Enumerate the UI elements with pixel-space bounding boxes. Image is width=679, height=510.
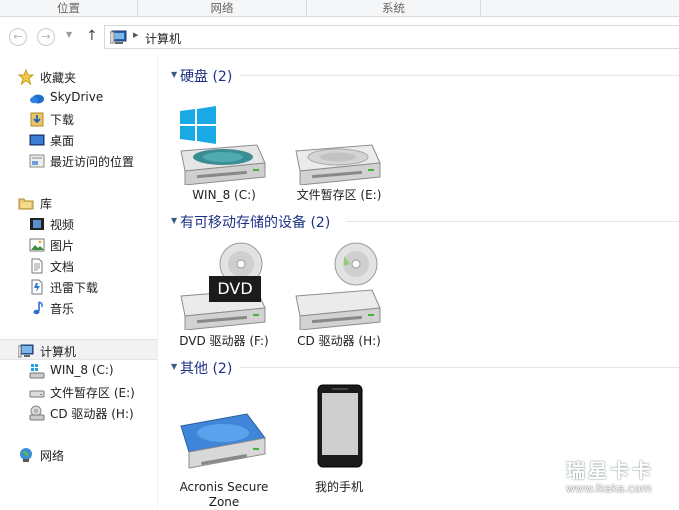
group-title: 其他 (2) [180, 361, 233, 377]
hard-drive-icon [29, 390, 45, 398]
address-toolbar: ← → ▼ ↑ ▶ 计算机 [0, 17, 679, 57]
sidebar-item-libraries[interactable]: 库 [0, 192, 157, 213]
sidebar-item-label: 视频 [50, 218, 75, 232]
downloads-folder-icon [30, 112, 44, 127]
drive-tile-e[interactable]: 文件暂存区 (E:) [286, 105, 392, 205]
computer-icon [18, 344, 34, 358]
group-title: 硬盘 (2) [180, 69, 233, 85]
drive-tile-c[interactable]: WIN_8 (C:) [171, 105, 277, 205]
sidebar-item-label: SkyDrive [50, 90, 104, 104]
cloud-icon [30, 94, 44, 104]
sidebar-item-downloads[interactable]: 下载 [0, 108, 157, 129]
sidebar-item-network[interactable]: 网络 [0, 444, 157, 465]
windows-drive-icon [180, 106, 266, 185]
sidebar-item-label: 下载 [50, 113, 75, 127]
star-icon [18, 69, 34, 85]
sidebar-item-label: 计算机 [40, 345, 77, 359]
sidebar-item-desktop[interactable]: 桌面 [0, 129, 157, 150]
sidebar-item-computer[interactable]: 计算机 [0, 339, 157, 360]
sidebar-item-documents[interactable]: 文档 [0, 255, 157, 276]
drive-label: DVD 驱动器 (F:) [179, 334, 269, 348]
group-divider [240, 367, 679, 368]
library-folder-icon [18, 198, 34, 210]
sidebar-item-label: CD 驱动器 (H:) [50, 407, 134, 421]
dvd-badge: DVD [217, 279, 253, 298]
watermark-url: www.ikaka.com [566, 482, 652, 495]
collapse-chevron-icon[interactable]: ▼ [171, 362, 177, 371]
sidebar-item-label: WIN_8 (C:) [50, 363, 114, 377]
device-label: 我的手机 [314, 480, 363, 494]
breadcrumb-computer[interactable]: 计算机 [145, 30, 181, 47]
group-header-other[interactable]: ▼ 其他 (2) [166, 357, 679, 377]
ribbon-tab-network[interactable]: 网络 [138, 0, 307, 17]
group-divider [346, 221, 679, 222]
watermark-title: 瑞星卡卡 [566, 460, 655, 482]
acronis-drive-icon [180, 413, 266, 469]
ribbon-tab-strip: 位置 网络 系统 [0, 0, 679, 17]
file-view: ▼ 硬盘 (2) WIN_8 (C:) 文件暂存区 (E:) ▼ 有可移动存储的… [158, 57, 679, 509]
drive-tile-h[interactable]: CD 驱动器 (H:) [286, 242, 392, 352]
drive-label: CD 驱动器 (H:) [297, 334, 381, 348]
sidebar-item-label: 迅雷下载 [50, 281, 99, 295]
sidebar-item-label: 桌面 [50, 134, 75, 148]
document-icon [31, 258, 43, 274]
drive-label: 文件暂存区 (E:) [296, 188, 382, 202]
recent-locations-chevron-icon[interactable]: ▼ [66, 30, 72, 39]
group-header-hard-disks[interactable]: ▼ 硬盘 (2) [166, 65, 679, 85]
sidebar-item-label: 网络 [40, 449, 65, 463]
sidebar-item-thunder-downloads[interactable]: 迅雷下载 [0, 276, 157, 297]
sidebar-item-label: 收藏夹 [40, 71, 77, 85]
sidebar-item-label: 图片 [50, 239, 75, 253]
forward-button[interactable]: → [37, 28, 55, 46]
watermark-logo: 瑞星卡卡 www.ikaka.com [548, 455, 679, 505]
group-title: 有可移动存储的设备 (2) [180, 215, 331, 231]
collapse-chevron-icon[interactable]: ▼ [171, 216, 177, 225]
music-note-icon [33, 301, 43, 315]
sidebar-item-label: 库 [40, 197, 53, 211]
address-input[interactable]: ▶ 计算机 [104, 25, 679, 49]
back-button[interactable]: ← [9, 28, 27, 46]
sidebar-item-label: 最近访问的位置 [50, 155, 135, 169]
picture-icon [29, 238, 45, 252]
drive-tile-acronis[interactable]: Acronis Secure Zone [171, 402, 277, 509]
group-divider [240, 75, 679, 76]
ribbon-tab-system[interactable]: 系统 [307, 0, 481, 17]
sidebar-item-drive-h[interactable]: CD 驱动器 (H:) [0, 402, 157, 423]
collapse-chevron-icon[interactable]: ▼ [171, 70, 177, 79]
group-header-removable-storage[interactable]: ▼ 有可移动存储的设备 (2) [166, 211, 679, 231]
device-tile-phone[interactable]: 我的手机 [286, 383, 392, 498]
navigation-pane: 收藏夹 SkyDrive 下载 桌面 最近访问的位置 库 视频 图片 文档 迅雷… [0, 57, 157, 507]
sidebar-item-skydrive[interactable]: SkyDrive [0, 87, 157, 108]
ribbon-tab-location[interactable]: 位置 [0, 0, 138, 17]
sidebar-item-pictures[interactable]: 图片 [0, 234, 157, 255]
phone-icon [317, 384, 363, 468]
sidebar-item-music[interactable]: 音乐 [0, 297, 157, 318]
sidebar-item-label: 文档 [50, 260, 75, 274]
up-button[interactable]: ↑ [86, 28, 98, 44]
breadcrumb-separator-icon[interactable]: ▶ [133, 31, 138, 39]
sidebar-item-drive-c[interactable]: WIN_8 (C:) [0, 360, 157, 381]
drive-tile-f[interactable]: DVD DVD 驱动器 (F:) [171, 242, 277, 352]
video-icon [30, 218, 44, 230]
thunder-downloads-icon [31, 279, 43, 295]
sidebar-item-drive-e[interactable]: 文件暂存区 (E:) [0, 381, 157, 402]
drive-label: WIN_8 (C:) [192, 188, 256, 202]
desktop-icon [29, 134, 45, 146]
sidebar-item-recent-places[interactable]: 最近访问的位置 [0, 150, 157, 171]
cd-drive-icon [29, 405, 45, 421]
network-icon [20, 448, 32, 462]
computer-icon [110, 30, 127, 44]
cd-drive-icon [295, 242, 381, 330]
sidebar-item-videos[interactable]: 视频 [0, 213, 157, 234]
sidebar-item-label: 文件暂存区 (E:) [50, 386, 135, 400]
hard-drive-icon [295, 144, 381, 185]
sidebar-item-label: 音乐 [50, 302, 75, 316]
recent-places-icon [29, 154, 45, 168]
drive-label: Acronis Secure Zone [179, 480, 269, 509]
sidebar-item-favorites[interactable]: 收藏夹 [0, 66, 157, 87]
system-drive-icon [29, 364, 45, 379]
